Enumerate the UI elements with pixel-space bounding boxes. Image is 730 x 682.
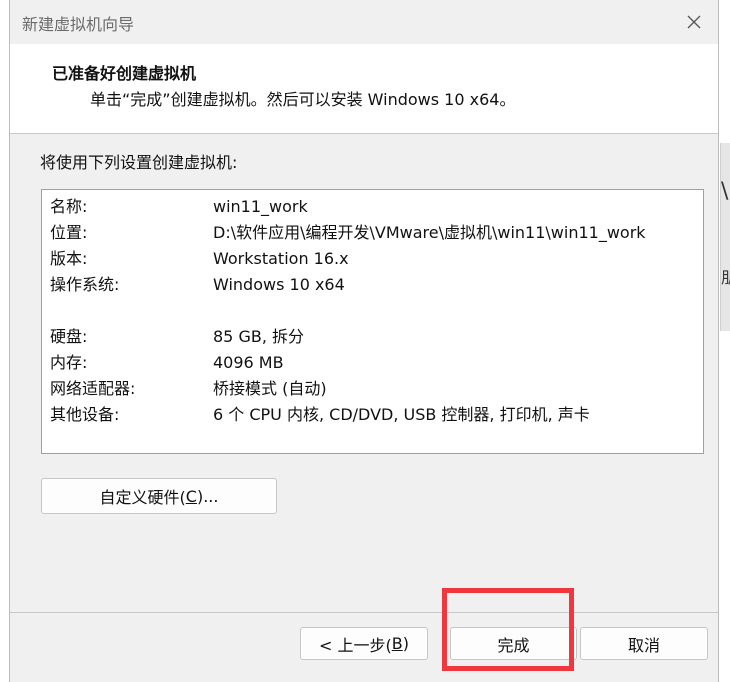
finish-button[interactable]: 完成 — [450, 627, 577, 660]
customize-label-prefix: 自定义硬件( — [99, 488, 186, 507]
close-icon — [687, 15, 701, 29]
summary-value: 6 个 CPU 内核, CD/DVD, USB 控制器, 打印机, 声卡 — [213, 405, 590, 424]
summary-value: 4096 MB — [213, 353, 284, 372]
back-label-suffix: ) — [402, 634, 409, 653]
customize-accelerator-key: C — [185, 486, 197, 506]
summary-key: 版本: — [50, 249, 88, 268]
background-window-text: 朋 — [721, 264, 730, 288]
summary-value: 85 GB, 拆分 — [213, 327, 304, 346]
footer-divider — [10, 612, 718, 613]
close-button[interactable] — [680, 8, 708, 36]
customize-hardware-button[interactable]: 自定义硬件(C)... — [41, 478, 277, 514]
cancel-button[interactable]: 取消 — [580, 627, 708, 660]
header-title: 已准备好创建虚拟机 — [52, 64, 197, 83]
header-subtitle: 单击“完成”创建虚拟机。然后可以安装 Windows 10 x64。 — [90, 90, 516, 109]
background-window-glyph: \ — [721, 179, 729, 204]
wizard-header: 已准备好创建虚拟机 单击“完成”创建虚拟机。然后可以安装 Windows 10 … — [10, 44, 718, 134]
back-label-prefix: < 上一步( — [319, 635, 392, 655]
summary-value: Windows 10 x64 — [213, 275, 345, 294]
settings-intro-label: 将使用下列设置创建虚拟机: — [40, 153, 238, 172]
customize-label-suffix: )... — [196, 486, 219, 506]
summary-key: 网络适配器: — [50, 379, 136, 398]
back-button[interactable]: < 上一步(B) — [300, 627, 428, 660]
summary-key: 位置: — [50, 223, 88, 242]
settings-summary-box: 名称: win11_work 位置: D:\软件应用\编程开发\VMware\虚… — [41, 189, 704, 454]
summary-value: 桥接模式 (自动) — [213, 379, 327, 398]
summary-key: 操作系统: — [50, 275, 120, 294]
summary-key: 其他设备: — [50, 405, 120, 424]
window-title: 新建虚拟机向导 — [22, 15, 135, 34]
back-accelerator-key: B — [391, 634, 403, 653]
background-window-edge: \ 朋 — [720, 143, 730, 331]
summary-key: 名称: — [50, 197, 88, 216]
summary-value: D:\软件应用\编程开发\VMware\虚拟机\win11\win11_work — [213, 223, 646, 242]
summary-key: 内存: — [50, 353, 88, 372]
summary-value: Workstation 16.x — [213, 249, 349, 268]
summary-value: win11_work — [213, 197, 308, 216]
summary-key: 硬盘: — [50, 327, 88, 346]
new-vm-wizard-dialog: 新建虚拟机向导 已准备好创建虚拟机 单击“完成”创建虚拟机。然后可以安装 Win… — [9, 0, 719, 682]
title-bar[interactable]: 新建虚拟机向导 — [10, 0, 718, 44]
